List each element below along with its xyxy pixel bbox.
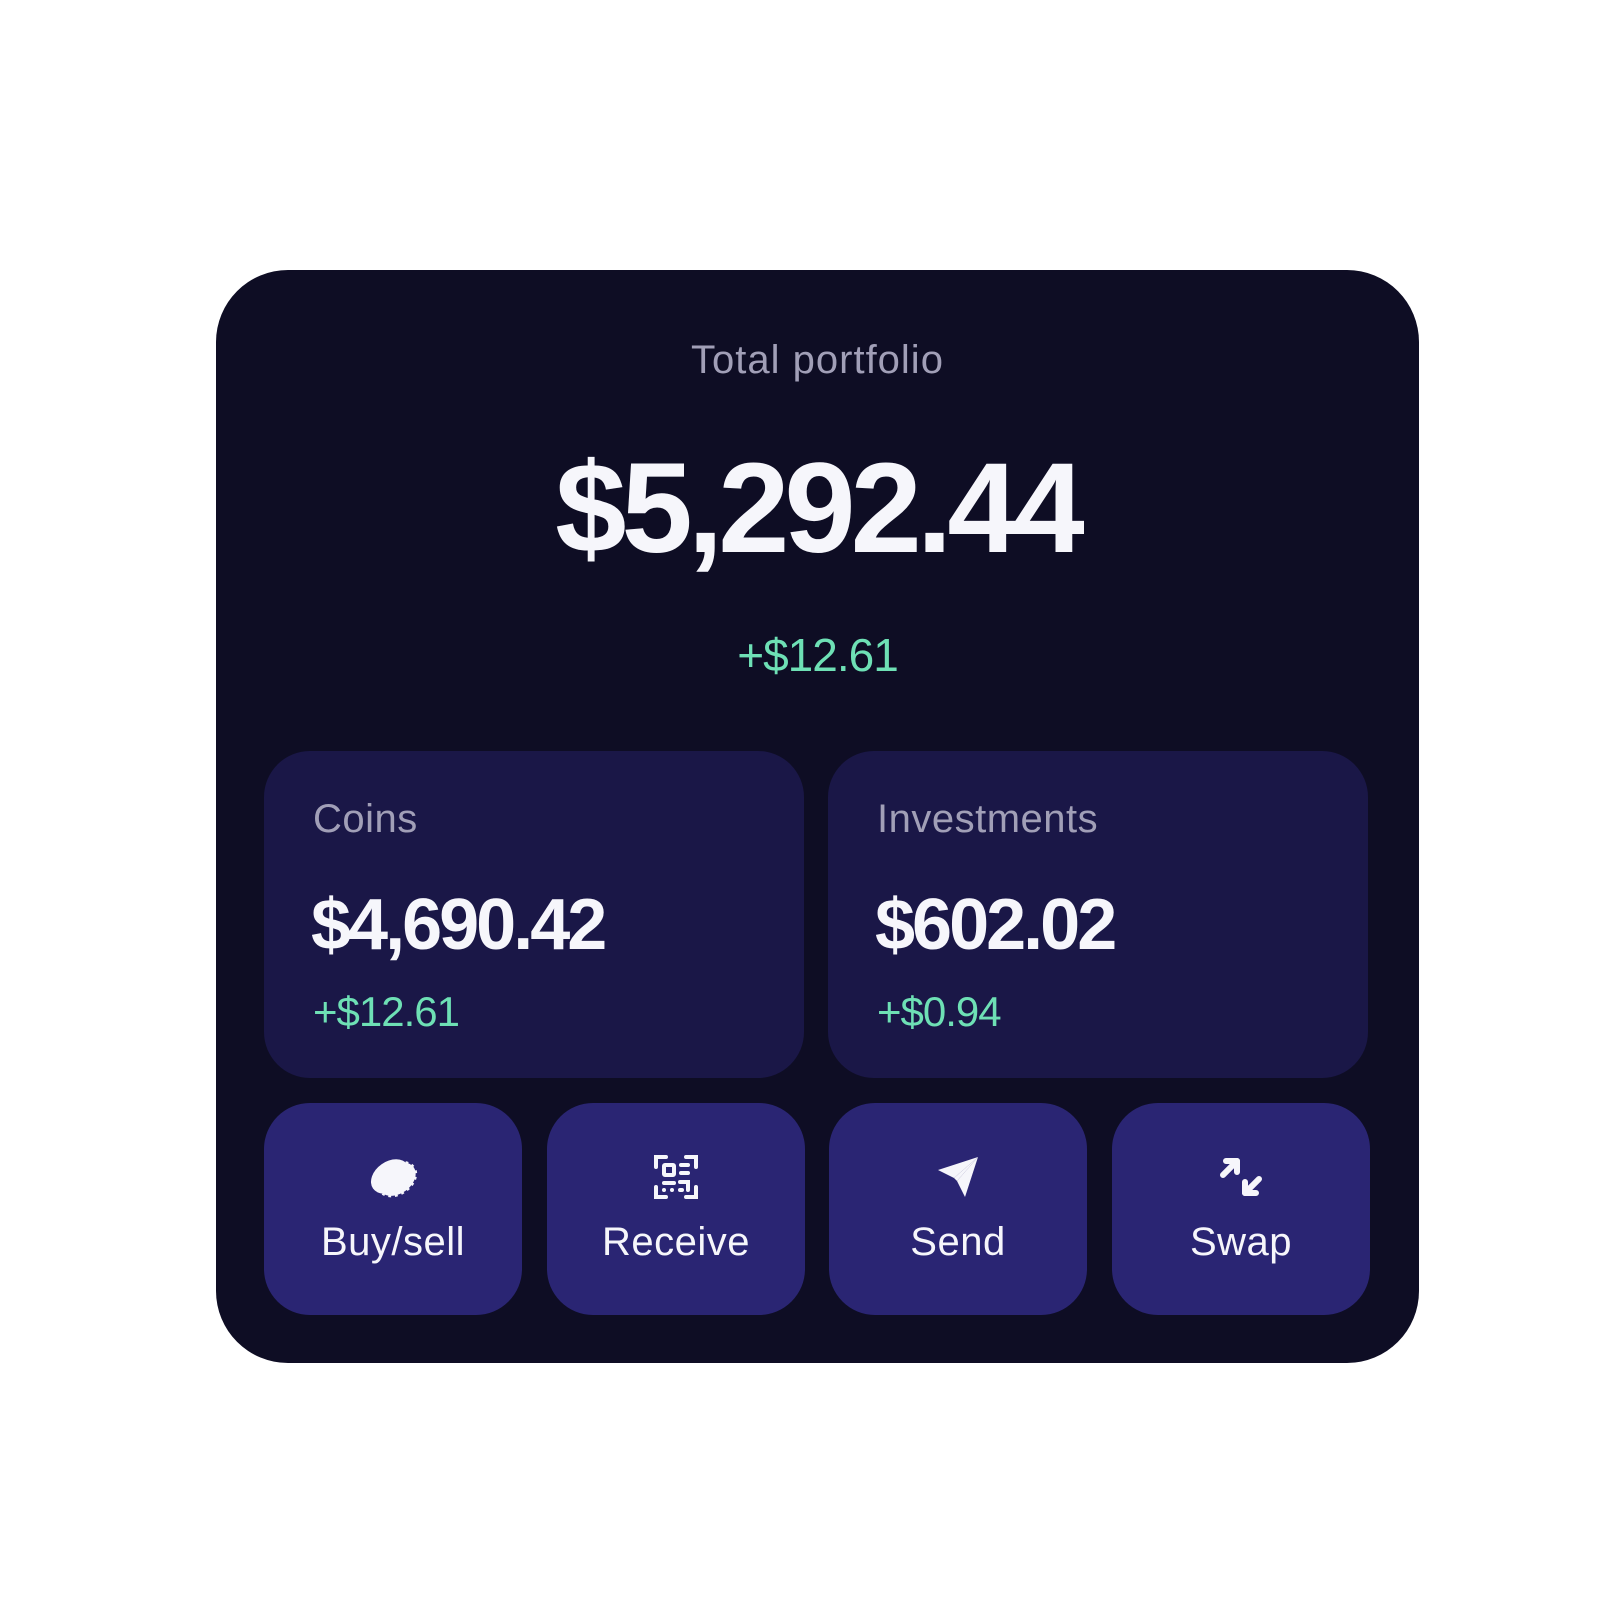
investments-change: +$0.94 [877, 988, 1002, 1035]
investments-value: $602.02 [875, 885, 1117, 965]
total-portfolio-value: $5,292.44 [555, 437, 1084, 580]
coin-icon [264, 1151, 522, 1203]
paper-plane-icon [829, 1151, 1087, 1203]
investments-label: Investments [877, 797, 1099, 841]
swap-arrows-icon [1112, 1151, 1370, 1203]
qr-code-icon [547, 1151, 805, 1203]
receive-button[interactable]: Receive [547, 1103, 805, 1315]
coins-label: Coins [313, 797, 418, 841]
portfolio-widget: Total portfolio $5,292.44 +$12.61 Coins … [216, 270, 1419, 1363]
send-button[interactable]: Send [829, 1103, 1087, 1315]
receive-label: Receive [601, 1220, 750, 1264]
buy-sell-button[interactable]: Buy/sell [264, 1103, 522, 1315]
swap-label: Swap [1189, 1220, 1293, 1264]
total-portfolio-change: +$12.61 [737, 629, 899, 681]
coins-value: $4,690.42 [311, 885, 607, 965]
coins-change: +$12.61 [313, 988, 460, 1035]
swap-button[interactable]: Swap [1112, 1103, 1370, 1315]
buy-sell-label: Buy/sell [320, 1220, 466, 1264]
send-label: Send [910, 1220, 1006, 1264]
investments-card[interactable]: Investments $602.02 +$0.94 [828, 751, 1368, 1078]
total-portfolio-label: Total portfolio [691, 338, 944, 382]
coins-card[interactable]: Coins $4,690.42 +$12.61 [264, 751, 804, 1078]
